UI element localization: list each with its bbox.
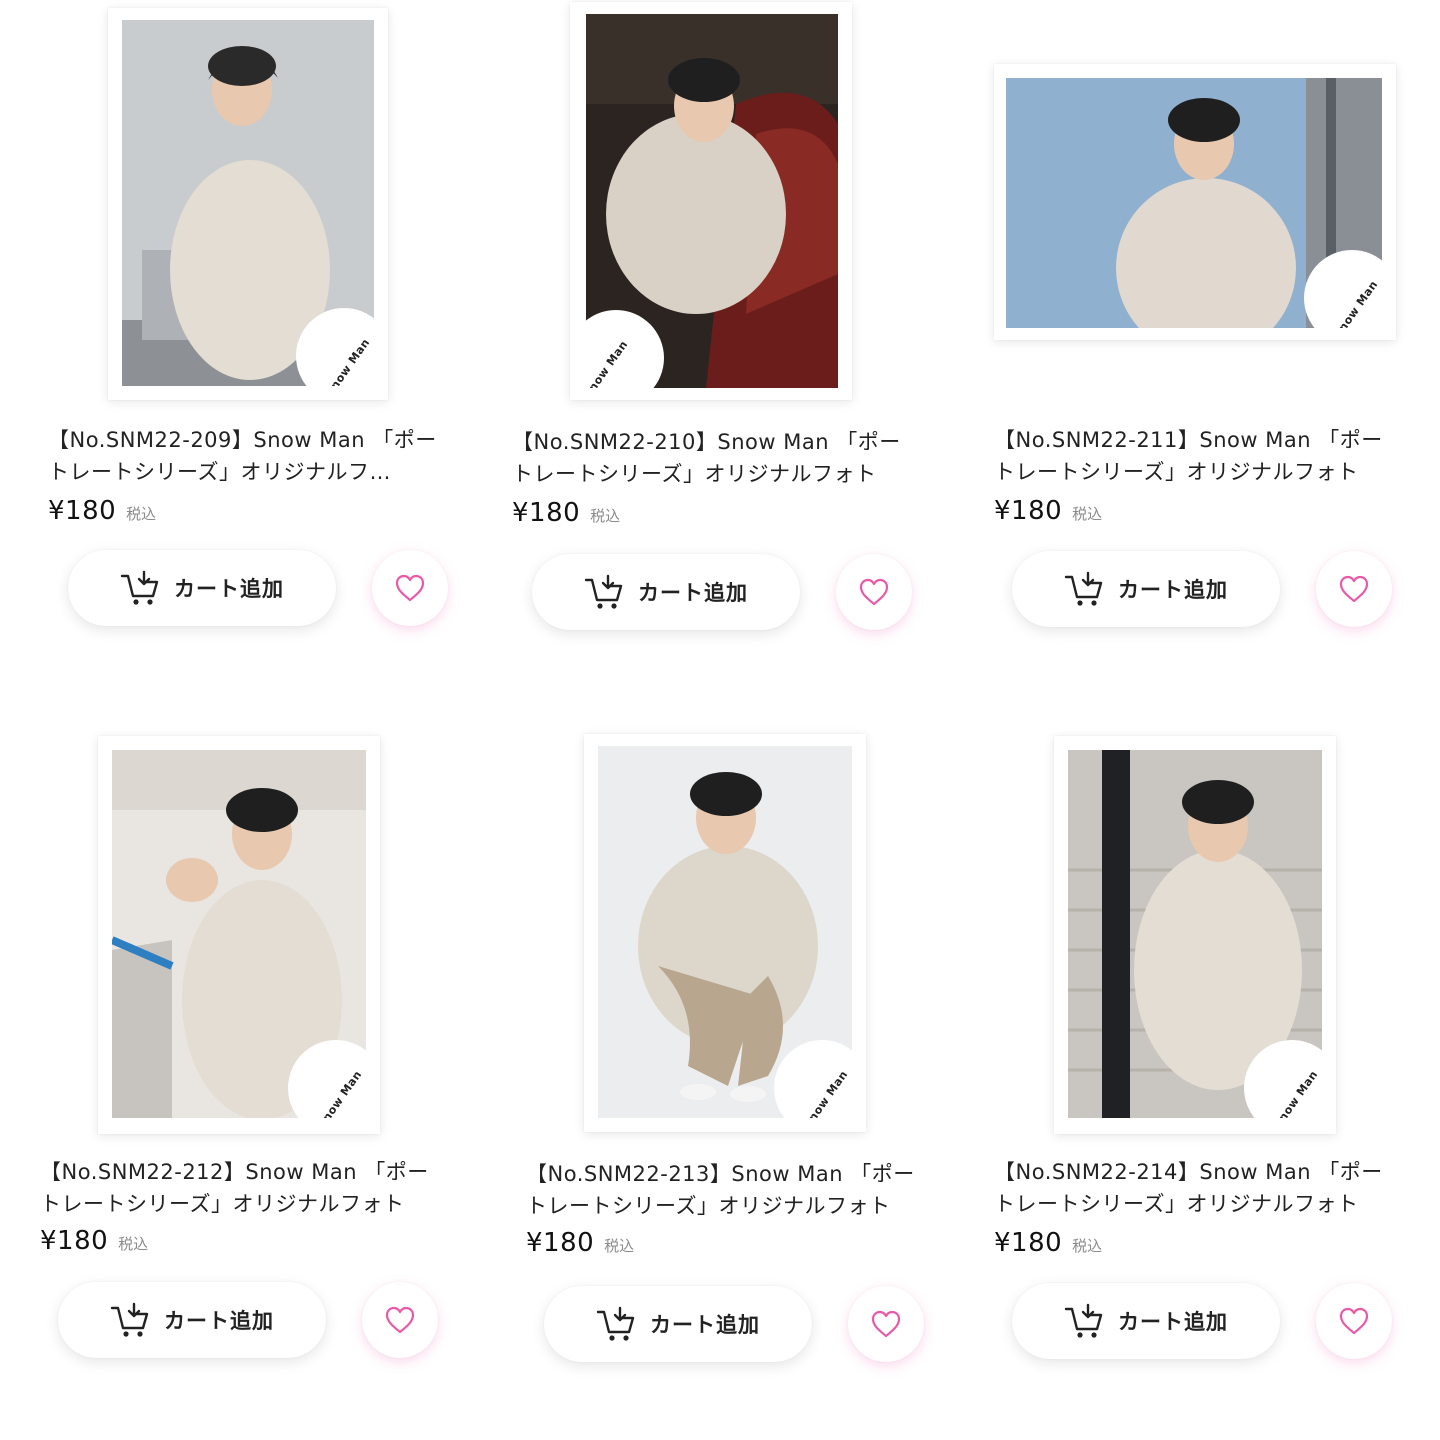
cart-add-icon <box>110 1302 149 1337</box>
cart-button-label: カート追加 <box>1118 578 1228 602</box>
product-card: Snow Man 【No.SNM22-213】Snow Man 「ポートレートシ… <box>518 720 924 1380</box>
product-price: ¥180 <box>526 1228 595 1258</box>
product-card: Snow Man 【No.SNM22-214】Snow Man 「ポートレートシ… <box>990 720 1392 1380</box>
tax-label: 税込 <box>604 1237 635 1255</box>
price-row: ¥180 税込 <box>512 498 620 528</box>
heart-icon <box>871 1310 901 1338</box>
brand-logo: Snow Man <box>315 1068 365 1118</box>
price-row: ¥180 税込 <box>994 496 1102 526</box>
brand-logo: Snow Man <box>1271 1068 1321 1118</box>
cart-add-icon <box>596 1306 635 1341</box>
product-price: ¥180 <box>512 498 581 528</box>
heart-icon <box>385 1306 415 1334</box>
add-to-cart-button[interactable]: カート追加 <box>1012 551 1280 627</box>
cart-add-icon <box>584 574 623 609</box>
cart-button-label: カート追加 <box>650 1313 760 1337</box>
cart-button-label: カート追加 <box>1118 1310 1228 1334</box>
product-photo-frame[interactable]: Snow Man <box>584 734 866 1132</box>
product-card: Snow Man 【No.SNM22-209】Snow Man 「ポートレートシ… <box>40 0 448 660</box>
product-price: ¥180 <box>40 1226 109 1256</box>
favorite-button[interactable] <box>1316 551 1392 627</box>
tax-label: 税込 <box>1072 1237 1103 1255</box>
product-photo-frame[interactable]: Snow Man <box>1054 736 1336 1134</box>
price-row: ¥180 税込 <box>40 1226 148 1256</box>
add-to-cart-button[interactable]: カート追加 <box>1012 1283 1280 1359</box>
favorite-button[interactable] <box>1316 1283 1392 1359</box>
tax-label: 税込 <box>126 505 157 523</box>
add-to-cart-button[interactable]: カート追加 <box>544 1286 812 1362</box>
product-title[interactable]: 【No.SNM22-210】Snow Man 「ポートレートシリーズ」オリジナル… <box>512 426 904 490</box>
favorite-button[interactable] <box>362 1282 438 1358</box>
heart-icon <box>1339 575 1369 603</box>
add-to-cart-button[interactable]: カート追加 <box>532 554 800 630</box>
product-photo-frame[interactable]: Snow Man <box>994 64 1396 340</box>
product-price: ¥180 <box>994 496 1063 526</box>
product-price: ¥180 <box>48 496 117 526</box>
heart-icon <box>859 578 889 606</box>
product-photo-frame[interactable]: Snow Man <box>98 736 380 1134</box>
cart-add-icon <box>1064 1303 1103 1338</box>
price-row: ¥180 税込 <box>48 496 156 526</box>
product-photo: Snow Man <box>112 750 366 1118</box>
product-title[interactable]: 【No.SNM22-209】Snow Man 「ポートレートシリーズ」オリジナル… <box>48 424 438 488</box>
brand-logo: Snow Man <box>586 338 631 388</box>
tax-label: 税込 <box>1072 505 1103 523</box>
product-photo: Snow Man <box>1068 750 1322 1118</box>
product-title[interactable]: 【No.SNM22-213】Snow Man 「ポートレートシリーズ」オリジナル… <box>526 1158 916 1222</box>
tax-label: 税込 <box>590 507 621 525</box>
cart-button-label: カート追加 <box>164 1309 274 1333</box>
price-row: ¥180 税込 <box>994 1228 1102 1258</box>
cart-add-icon <box>120 570 159 605</box>
product-card: Snow Man 【No.SNM22-212】Snow Man 「ポートレートシ… <box>32 720 438 1380</box>
product-title[interactable]: 【No.SNM22-211】Snow Man 「ポートレートシリーズ」オリジナル… <box>994 424 1390 488</box>
favorite-button[interactable] <box>372 550 448 626</box>
brand-logo: Snow Man <box>1331 278 1381 328</box>
add-to-cart-button[interactable]: カート追加 <box>68 550 336 626</box>
heart-icon <box>1339 1307 1369 1335</box>
product-title[interactable]: 【No.SNM22-214】Snow Man 「ポートレートシリーズ」オリジナル… <box>994 1156 1390 1220</box>
brand-logo: Snow Man <box>323 336 373 386</box>
favorite-button[interactable] <box>848 1286 924 1362</box>
cart-button-label: カート追加 <box>174 577 284 601</box>
cart-add-icon <box>1064 571 1103 606</box>
product-card: Snow Man 【No.SNM22-210】Snow Man 「ポートレートシ… <box>506 0 912 660</box>
brand-logo: Snow Man <box>801 1068 851 1118</box>
product-photo: Snow Man <box>598 746 852 1118</box>
cart-button-label: カート追加 <box>638 581 748 605</box>
product-photo: Snow Man <box>586 14 838 388</box>
price-row: ¥180 税込 <box>526 1228 634 1258</box>
product-photo-frame[interactable]: Snow Man <box>570 2 852 400</box>
product-photo: Snow Man <box>122 20 374 386</box>
product-photo: Snow Man <box>1006 78 1382 328</box>
heart-icon <box>395 574 425 602</box>
product-card: Snow Man 【No.SNM22-211】Snow Man 「ポートレートシ… <box>990 0 1396 660</box>
favorite-button[interactable] <box>836 554 912 630</box>
tax-label: 税込 <box>118 1235 149 1253</box>
add-to-cart-button[interactable]: カート追加 <box>58 1282 326 1358</box>
product-photo-frame[interactable]: Snow Man <box>108 8 388 400</box>
product-title[interactable]: 【No.SNM22-212】Snow Man 「ポートレートシリーズ」オリジナル… <box>40 1156 430 1220</box>
product-price: ¥180 <box>994 1228 1063 1258</box>
